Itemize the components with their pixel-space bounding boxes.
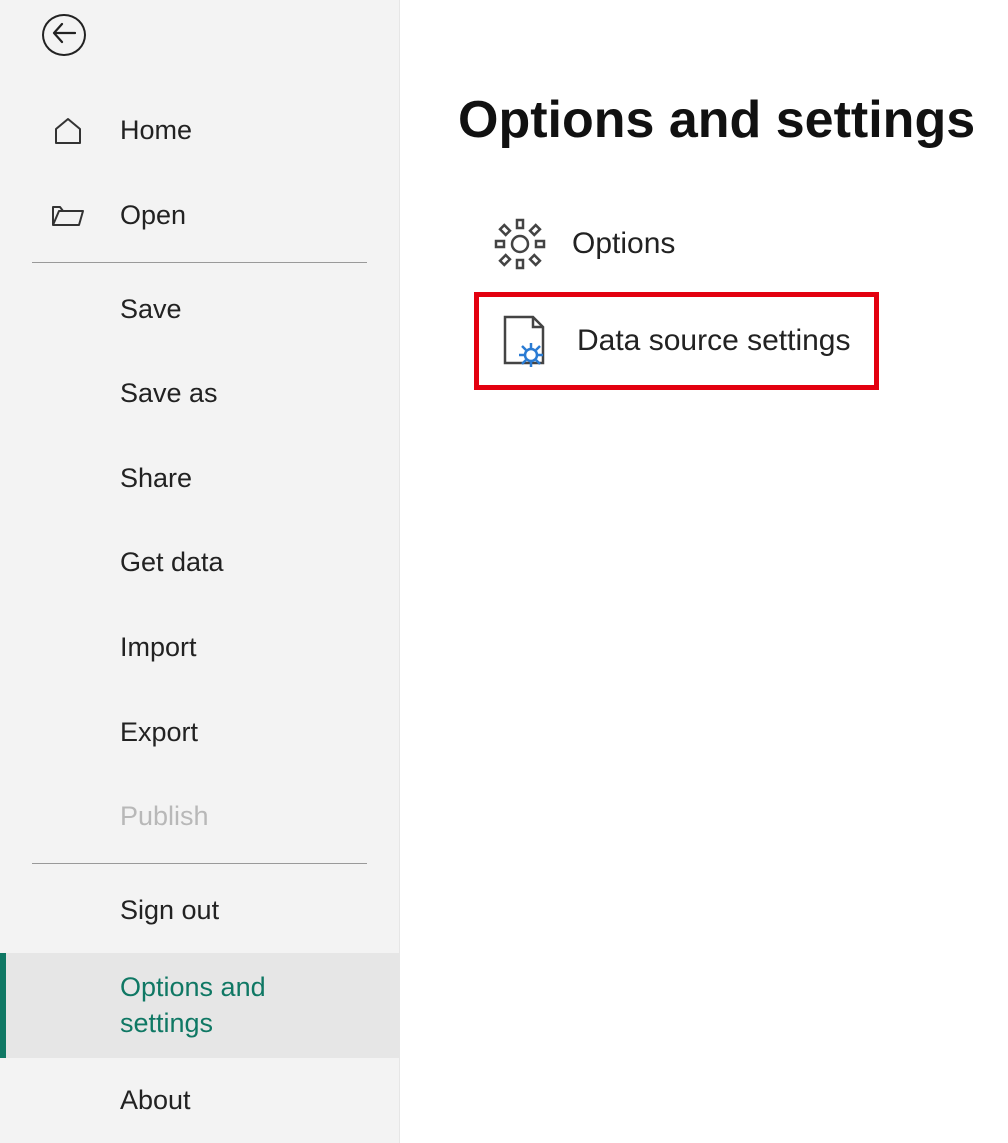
main-content: Options and settings Options xyxy=(400,0,1008,1143)
page-title: Options and settings xyxy=(458,90,1008,150)
sidebar-item-save-as[interactable]: Save as xyxy=(0,351,399,436)
sidebar-item-get-data[interactable]: Get data xyxy=(0,521,399,606)
arrow-left-icon xyxy=(52,22,76,49)
sidebar-item-share[interactable]: Share xyxy=(0,436,399,521)
sidebar-item-label: Import xyxy=(120,632,197,663)
sidebar-item-label: Options and settings xyxy=(120,970,320,1040)
sidebar-item-about[interactable]: About xyxy=(0,1058,399,1143)
gear-icon xyxy=(490,218,550,270)
option-label: Options xyxy=(572,227,675,261)
option-label: Data source settings xyxy=(577,324,858,358)
sidebar-divider xyxy=(32,863,367,864)
folder-open-icon xyxy=(48,201,88,229)
sidebar-item-save[interactable]: Save xyxy=(0,267,399,352)
sidebar-item-label: Open xyxy=(120,200,186,231)
sidebar-item-label: Sign out xyxy=(120,895,219,926)
sidebar-item-label: Share xyxy=(120,463,192,494)
data-source-settings-button[interactable]: Data source settings xyxy=(474,292,879,390)
home-icon xyxy=(48,115,88,147)
sidebar-item-sign-out[interactable]: Sign out xyxy=(0,868,399,953)
sidebar-item-import[interactable]: Import xyxy=(0,605,399,690)
sidebar-divider xyxy=(32,262,367,263)
sidebar: Home Open Save Save as Share Get data Im… xyxy=(0,0,400,1143)
sidebar-item-publish: Publish xyxy=(0,774,399,859)
sidebar-item-home[interactable]: Home xyxy=(0,88,399,173)
data-source-icon xyxy=(495,313,555,369)
sidebar-item-label: Get data xyxy=(120,547,224,578)
sidebar-item-open[interactable]: Open xyxy=(0,173,399,258)
sidebar-item-label: Home xyxy=(120,115,192,146)
sidebar-item-options-and-settings[interactable]: Options and settings xyxy=(0,953,399,1059)
sidebar-item-label: About xyxy=(120,1085,191,1116)
sidebar-item-label: Save xyxy=(120,294,182,325)
sidebar-item-export[interactable]: Export xyxy=(0,690,399,775)
back-button[interactable] xyxy=(42,14,86,56)
sidebar-item-label: Publish xyxy=(120,801,209,832)
sidebar-item-label: Export xyxy=(120,717,198,748)
options-button[interactable]: Options xyxy=(474,206,691,282)
sidebar-item-label: Save as xyxy=(120,378,218,409)
